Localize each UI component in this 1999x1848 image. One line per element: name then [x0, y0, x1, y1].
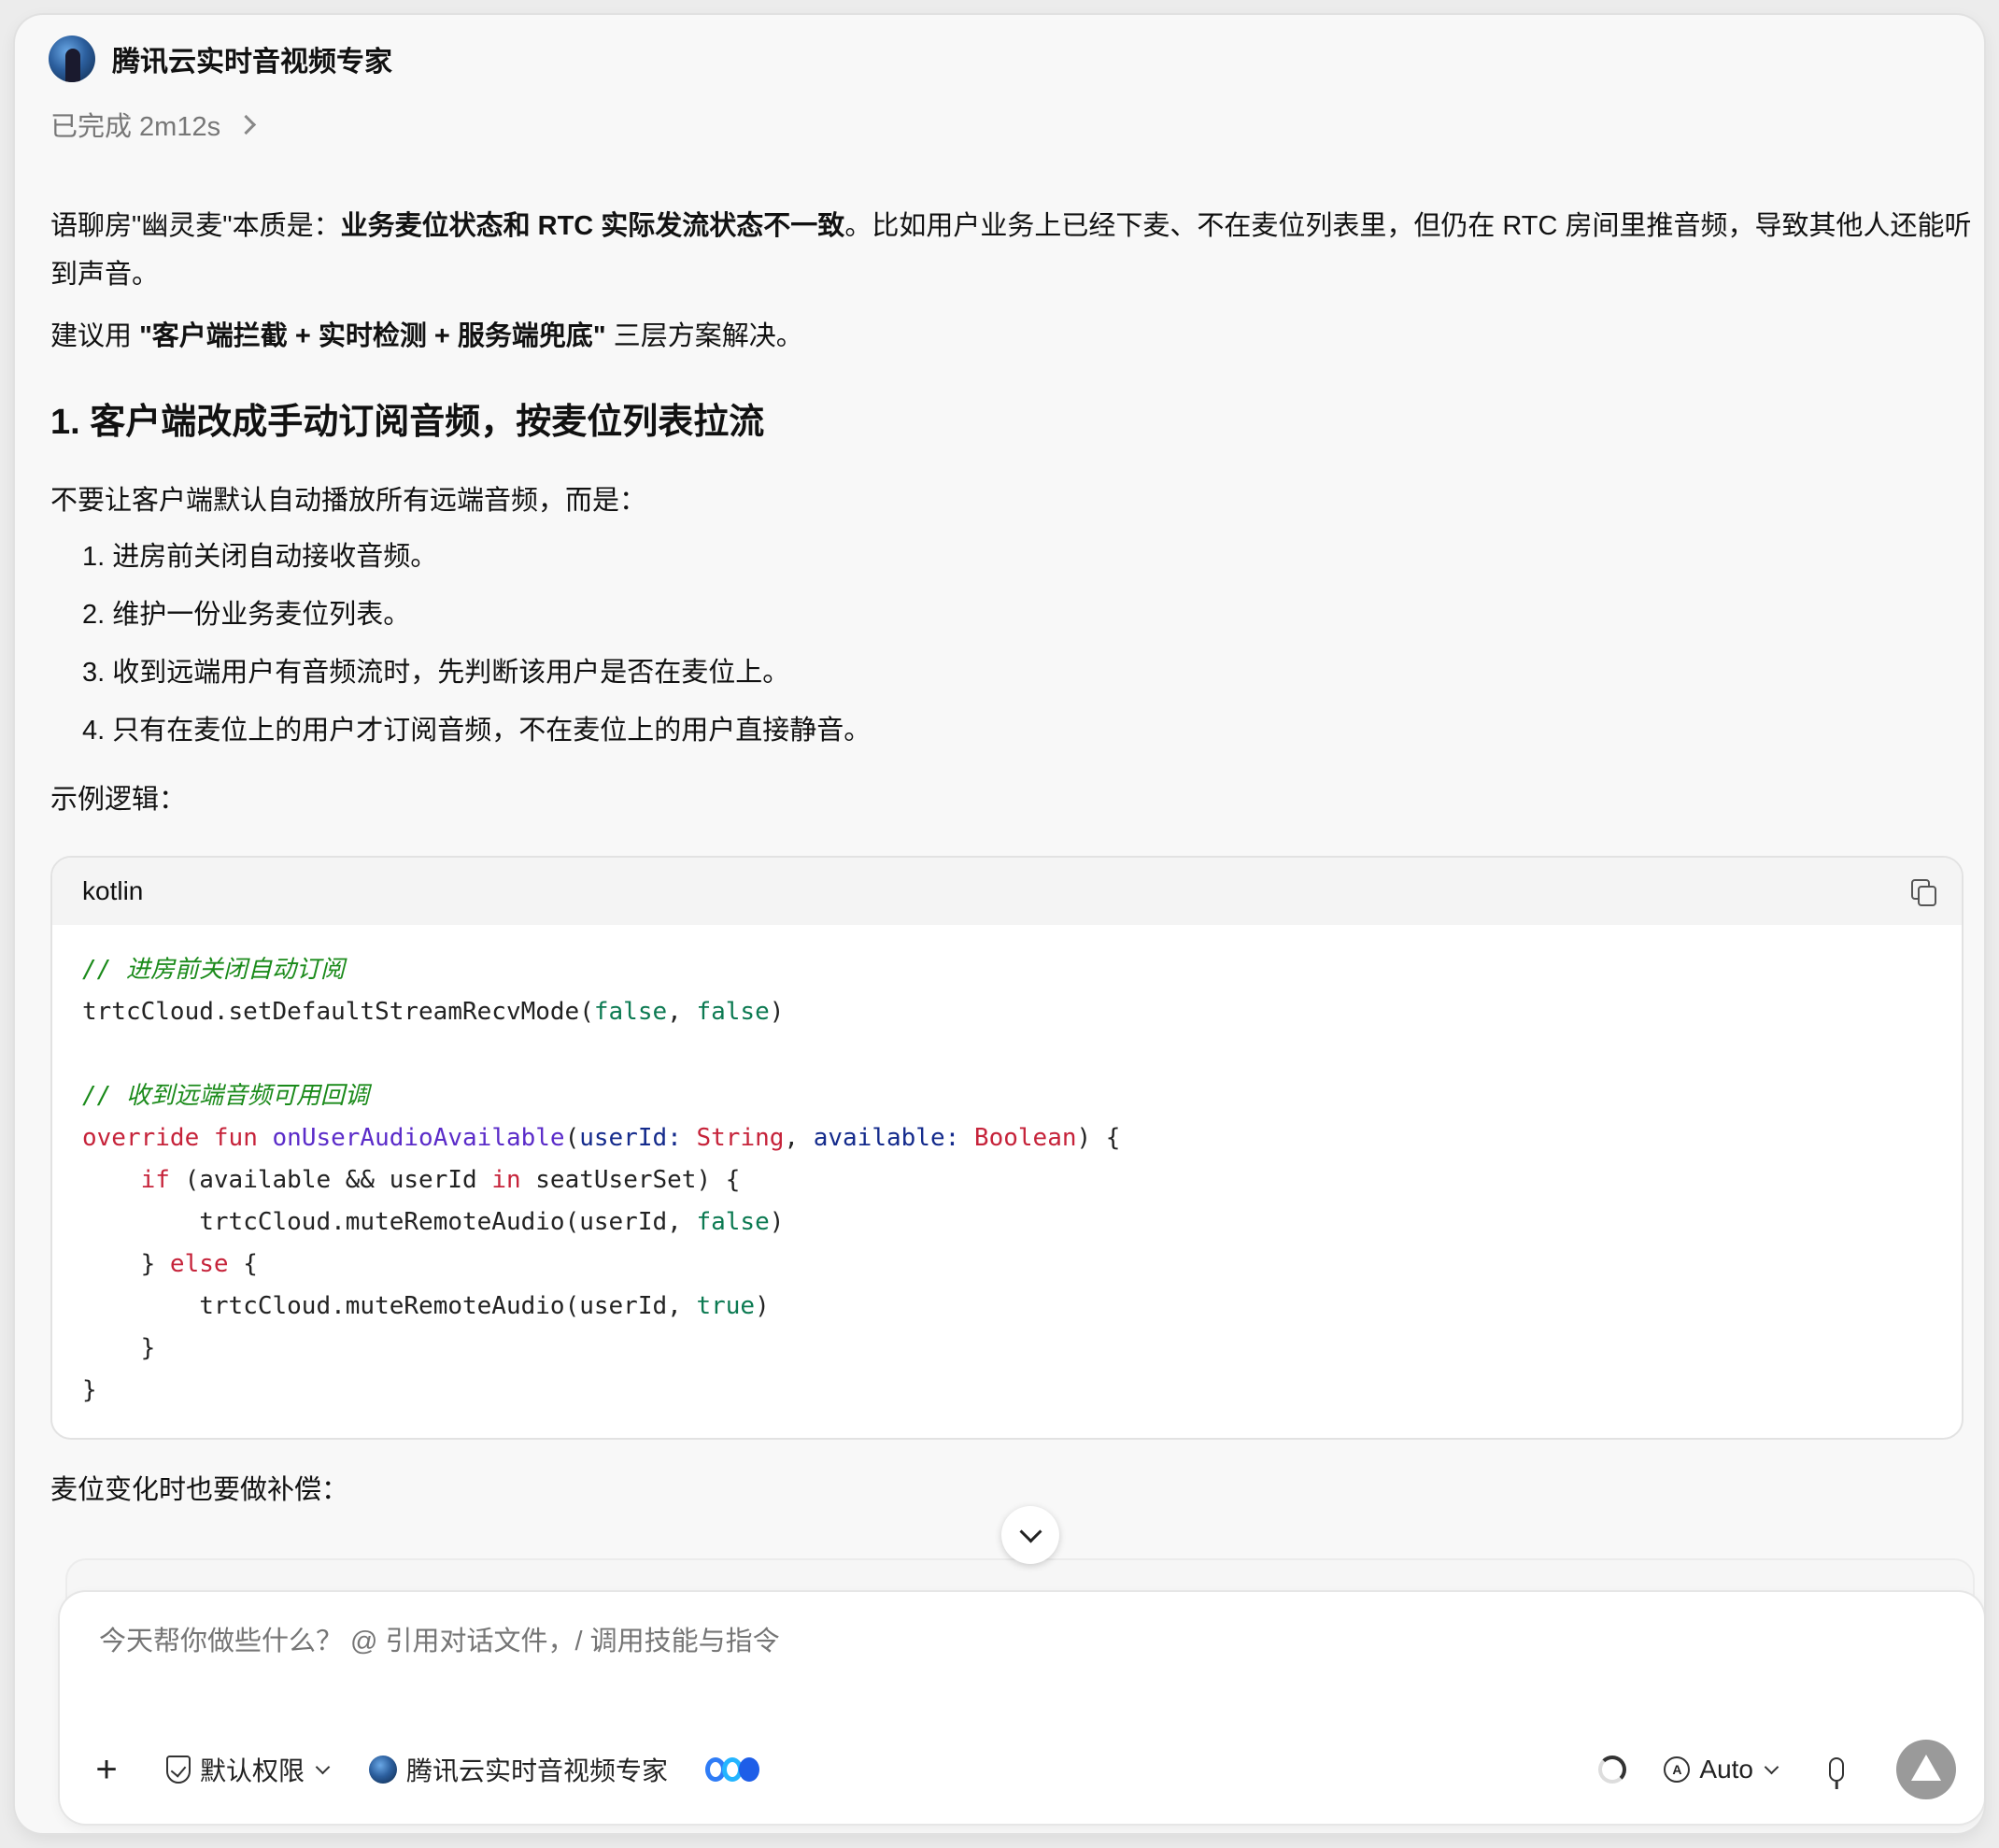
- code-token: trtcCloud.muteRemoteAudio(userId,: [199, 1208, 697, 1236]
- composer-toolbar: + 默认权限 腾讯云实时音视频专家 A Auto: [88, 1740, 1956, 1799]
- agent-chip[interactable]: 腾讯云实时音视频专家: [369, 1751, 668, 1788]
- section-heading: 1. 客户端改成手动订阅音频，按麦位列表拉流: [50, 403, 765, 442]
- completion-status[interactable]: 已完成 2m12s: [50, 105, 257, 144]
- agent-avatar: [369, 1756, 398, 1784]
- completion-status-text: 已完成 2m12s: [50, 112, 221, 142]
- suggest-suffix: 三层方案解决。: [605, 321, 803, 351]
- agent-chip-label: 腾讯云实时音视频专家: [406, 1756, 669, 1785]
- code-comment: // 收到远端音频可用回调: [82, 1082, 369, 1110]
- code-token: trtcCloud.setDefaultStreamRecvMode(: [82, 998, 594, 1026]
- composer-right-tools: A Auto: [1598, 1740, 1956, 1799]
- code-token: if: [140, 1166, 170, 1194]
- example-label: 示例逻辑：: [50, 785, 187, 815]
- code-token: String: [696, 1124, 785, 1152]
- suggestion-paragraph: 建议用 "客户端拦截 + 实时检测 + 服务端兜底" 三层方案解决。: [50, 312, 1975, 361]
- code-token: true: [696, 1292, 756, 1320]
- shield-check-icon: [166, 1756, 191, 1784]
- chevron-right-icon: [236, 114, 257, 135]
- chevron-down-icon: [1764, 1759, 1779, 1774]
- send-button[interactable]: [1896, 1740, 1956, 1799]
- code-token: false: [696, 1208, 770, 1236]
- list-item: 1. 进房前关闭自动接收音频。: [82, 542, 438, 572]
- code-token: seatUserSet) {: [520, 1166, 741, 1194]
- assistant-message: 语聊房"幽灵麦"本质是：业务麦位状态和 RTC 实际发流状态不一致。比如用户业务…: [50, 202, 1975, 1514]
- send-arrow-icon: [1911, 1755, 1941, 1781]
- code-token: (available && userId: [169, 1166, 492, 1194]
- code-language: kotlin: [82, 876, 144, 905]
- intro-paragraph: 语聊房"幽灵麦"本质是：业务麦位状态和 RTC 实际发流状态不一致。比如用户业务…: [50, 202, 1975, 299]
- permission-selector[interactable]: 默认权限: [166, 1751, 331, 1788]
- list-item: 2. 维护一份业务麦位列表。: [82, 600, 411, 630]
- code-token: ): [769, 998, 785, 1026]
- scroll-to-bottom-button[interactable]: [1001, 1506, 1059, 1564]
- agent-header: 腾讯云实时音视频专家: [49, 36, 392, 82]
- intro-text: 语聊房"幽灵麦"本质是：: [50, 211, 341, 241]
- microphone-icon[interactable]: [1829, 1757, 1844, 1782]
- list-item: 4. 只有在麦位上的用户才订阅音频，不在麦位上的用户直接静音。: [82, 716, 872, 746]
- code-header: kotlin: [52, 858, 1962, 925]
- code-token: in: [491, 1166, 521, 1194]
- chat-window: 腾讯云实时音视频专家 已完成 2m12s 语聊房"幽灵麦"本质是：业务麦位状态和…: [15, 15, 1984, 1833]
- chevron-down-icon: [315, 1759, 331, 1774]
- steps-list: 1. 进房前关闭自动接收音频。 2. 维护一份业务麦位列表。 3. 收到远端用户…: [50, 533, 1975, 755]
- composer: + 默认权限 腾讯云实时音视频专家 A Auto: [60, 1592, 1984, 1824]
- code-token: ,: [667, 998, 697, 1026]
- intro-bold: 业务麦位状态和 RTC 实际发流状态不一致: [340, 211, 845, 241]
- agent-name: 腾讯云实时音视频专家: [112, 47, 392, 78]
- suggest-bold: "客户端拦截 + 实时检测 + 服务端兜底": [139, 321, 606, 351]
- brand-logo-icon[interactable]: [705, 1757, 760, 1782]
- list-item: 3. 收到远端用户有音频流时，先判断该用户是否在麦位上。: [82, 658, 790, 688]
- plus-icon: +: [95, 1749, 118, 1790]
- code-comment: // 进房前关闭自动订阅: [82, 956, 345, 984]
- section-paragraph: 不要让客户端默认自动播放所有远端音频，而是：: [50, 486, 647, 516]
- code-token: Boolean: [973, 1124, 1077, 1152]
- code-token: onUserAudioAvailable: [272, 1124, 565, 1152]
- code-token: override: [82, 1124, 200, 1152]
- permission-label: 默认权限: [200, 1756, 305, 1785]
- code-token: available:: [813, 1124, 960, 1152]
- add-button[interactable]: +: [88, 1751, 125, 1788]
- prompt-input[interactable]: [97, 1626, 1876, 1658]
- suggest-text: 建议用: [50, 321, 140, 351]
- loading-spinner-icon: [1598, 1756, 1627, 1784]
- code-token: userId:: [579, 1124, 682, 1152]
- chevron-down-icon: [1018, 1519, 1042, 1543]
- agent-avatar: [49, 36, 95, 82]
- model-icon: A: [1664, 1756, 1691, 1783]
- code-token: false: [696, 998, 770, 1026]
- code-token: trtcCloud.muteRemoteAudio(userId,: [199, 1292, 697, 1320]
- code-token: false: [593, 998, 668, 1026]
- model-selector[interactable]: A Auto: [1664, 1755, 1779, 1784]
- model-label: Auto: [1699, 1755, 1753, 1784]
- code-token: else: [169, 1250, 229, 1278]
- code-token: fun: [213, 1124, 258, 1152]
- copy-icon[interactable]: [1911, 879, 1936, 906]
- code-block: kotlin // 进房前关闭自动订阅 trtcCloud.setDefault…: [50, 856, 1964, 1440]
- after-code-text: 麦位变化时也要做补偿：: [50, 1475, 349, 1505]
- code-content: // 进房前关闭自动订阅 trtcCloud.setDefaultStreamR…: [82, 956, 1121, 1404]
